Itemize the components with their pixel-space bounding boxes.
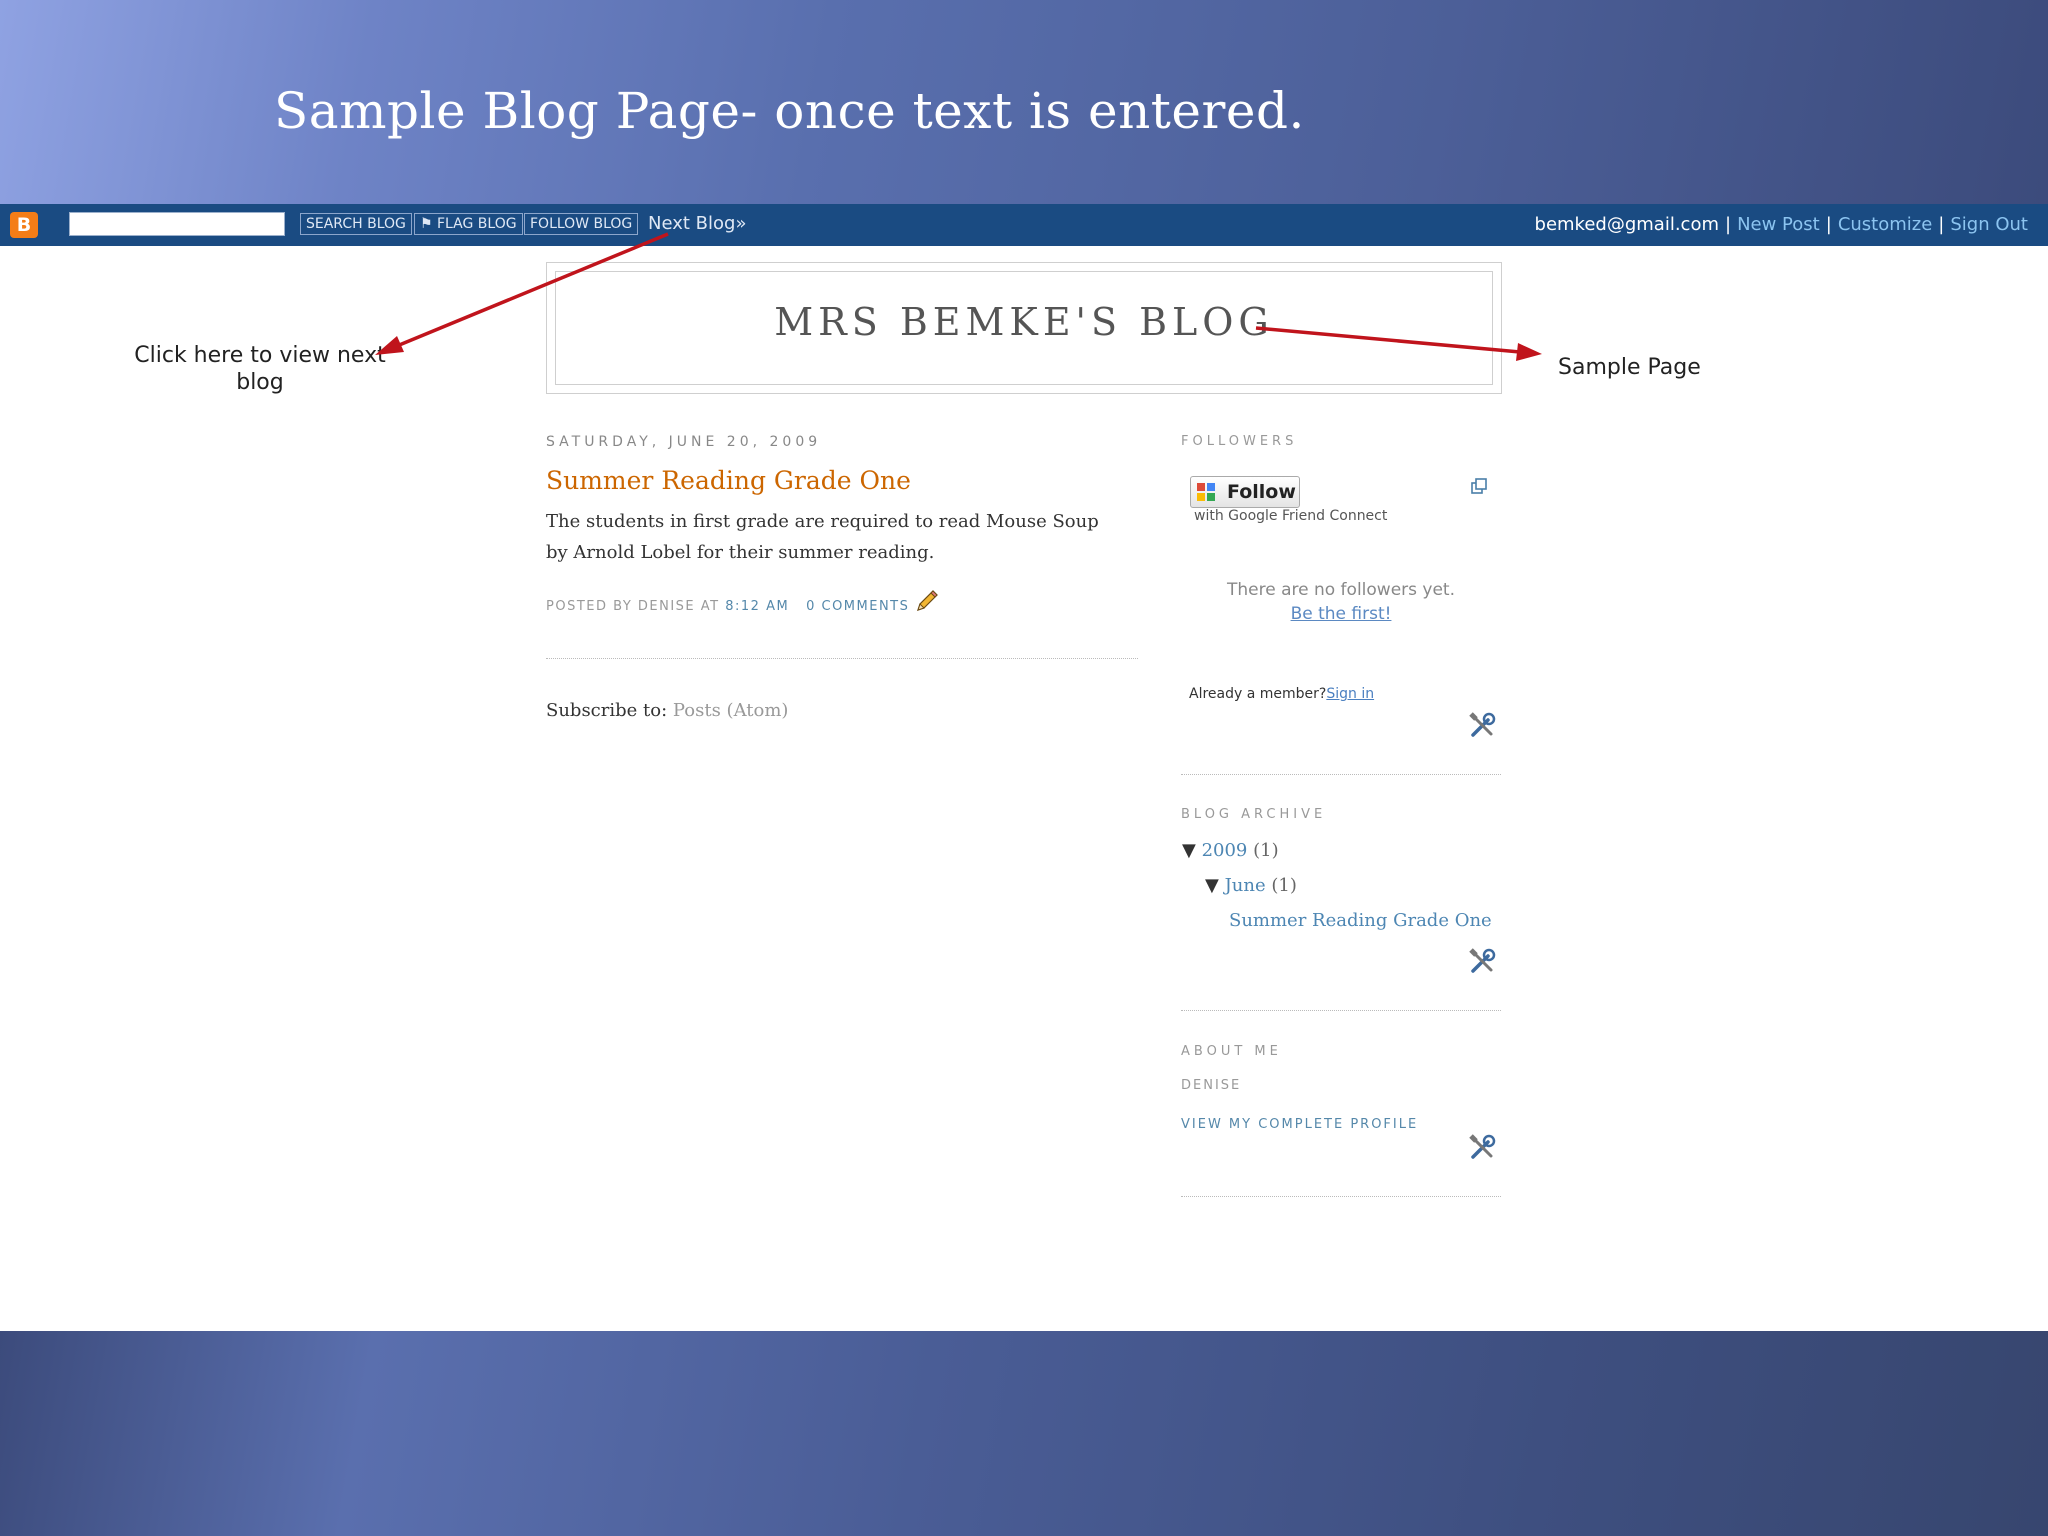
arrow-to-next-blog [375, 232, 669, 355]
blog-screenshot: B SEARCH BLOG ⚑ FLAG BLOG FOLLOW BLOG Ne… [0, 204, 2048, 1331]
annotation-arrows [375, 232, 1542, 361]
slide-footer-band [0, 1331, 2048, 1536]
arrow-to-sample-page [1255, 326, 1542, 361]
slide-title: Sample Blog Page- once text is entered. [274, 82, 1305, 140]
